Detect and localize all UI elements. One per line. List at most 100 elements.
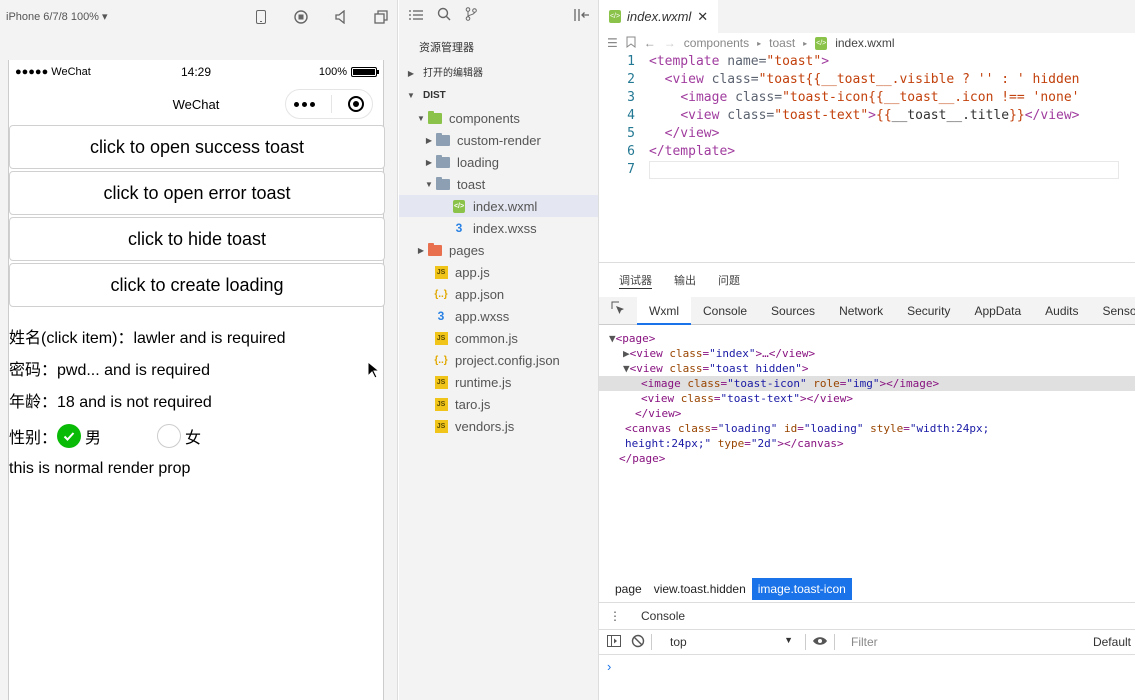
dom-crumb[interactable]: page <box>609 578 648 600</box>
carrier-label: ●●●●● WeChat <box>15 66 91 78</box>
tab-sources[interactable]: Sources <box>759 297 827 325</box>
dom-node[interactable]: ▶<view class="index">…</view> <box>599 346 1135 361</box>
tree-file-vendors-js[interactable]: JS vendors.js <box>399 415 598 437</box>
dom-node[interactable]: ▼<view class="toast hidden"> <box>599 361 1135 376</box>
breadcrumb-item[interactable]: components <box>684 36 749 50</box>
tree-file-runtime-js[interactable]: JS runtime.js <box>399 371 598 393</box>
gender-label: 性别： <box>9 430 58 447</box>
js-file-icon: JS <box>433 397 449 411</box>
tab-security[interactable]: Security <box>895 297 962 325</box>
outline-icon[interactable]: ☰ <box>607 36 618 50</box>
source-control-icon[interactable] <box>465 7 477 26</box>
code-token: <view <box>664 72 704 87</box>
wxml-file-icon: </> <box>815 36 828 50</box>
tab-debugger[interactable]: 调试器 <box>619 272 652 289</box>
tree-folder-components[interactable]: ▼ components <box>399 107 598 129</box>
tree-file-app-js[interactable]: JS app.js <box>399 261 598 283</box>
tab-output[interactable]: 输出 <box>674 272 696 288</box>
code-line[interactable]: 6 </template> <box>599 143 1135 161</box>
tree-file-taro-js[interactable]: JS taro.js <box>399 393 598 415</box>
console-drawer-tab[interactable]: Console <box>631 602 696 630</box>
list-icon[interactable] <box>409 8 423 26</box>
log-levels-select[interactable]: Default <box>1093 635 1131 649</box>
hide-toast-button[interactable]: click to hide toast <box>9 217 385 261</box>
clear-console-icon[interactable] <box>621 634 645 651</box>
code-line[interactable]: 2 <view class= "toast{{__toast__.visible … <box>599 71 1135 89</box>
more-vertical-icon[interactable]: ⋮ <box>599 609 631 623</box>
close-icon[interactable]: ✕ <box>697 9 708 25</box>
eye-icon[interactable] <box>812 635 828 649</box>
dom-node[interactable]: <view class="toast-text"></view> <box>599 391 1135 406</box>
tree-folder-custom-render[interactable]: ▶ custom-render <box>399 129 598 151</box>
console-prompt-icon[interactable]: › <box>607 659 611 674</box>
tab-appdata[interactable]: AppData <box>962 297 1033 325</box>
back-arrow-icon[interactable]: ← <box>644 36 656 50</box>
dom-node[interactable]: </view> <box>599 406 1135 421</box>
open-success-toast-button[interactable]: click to open success toast <box>9 125 385 169</box>
close-miniprogram-icon[interactable] <box>348 96 364 112</box>
code-token: <view <box>680 108 720 123</box>
code-line[interactable]: 7 <box>599 161 1135 179</box>
dom-crumb[interactable]: view.toast.hidden <box>648 578 752 600</box>
tree-file-index-wxml[interactable]: </> index.wxml <box>399 195 598 217</box>
tree-file-app-wxss[interactable]: 3 app.wxss <box>399 305 598 327</box>
code-line[interactable]: 1 <template name= "toast" > <box>599 53 1135 71</box>
device-selector[interactable]: iPhone 6/7/8 100% ▾ <box>6 10 231 23</box>
open-error-toast-button[interactable]: click to open error toast <box>9 171 385 215</box>
tab-wxml[interactable]: Wxml <box>637 296 691 325</box>
dist-section[interactable]: ▼ DIST <box>399 85 598 107</box>
search-icon[interactable] <box>437 7 451 26</box>
phone-icon[interactable] <box>251 7 271 27</box>
volume-icon[interactable] <box>331 7 351 27</box>
dom-node[interactable]: <canvas class="loading" id="loading" sty… <box>599 421 1135 436</box>
tab-audits[interactable]: Audits <box>1033 297 1090 325</box>
tab-console[interactable]: Console <box>691 297 759 325</box>
tree-label: app.wxss <box>455 308 510 324</box>
tab-sensor[interactable]: Sensor <box>1091 297 1135 325</box>
detach-window-icon[interactable] <box>371 7 391 27</box>
dom-node[interactable]: height:24px;" type="2d"></canvas> <box>599 436 1135 451</box>
tree-folder-loading[interactable]: ▶ loading <box>399 151 598 173</box>
tree-file-app-json[interactable]: {..} app.json <box>399 283 598 305</box>
dom-node[interactable]: </page> <box>599 451 1135 466</box>
context-select[interactable]: top ▼ <box>664 635 799 649</box>
chevron-right-icon: ▸ <box>757 38 762 48</box>
tree-file-index-wxss[interactable]: 3 index.wxss <box>399 217 598 239</box>
current-line[interactable] <box>649 161 1119 179</box>
open-editors-section[interactable]: ▶ 打开的编辑器 <box>399 63 598 85</box>
tree-folder-pages[interactable]: ▶ pages <box>399 239 598 261</box>
line-number: 2 <box>627 72 635 87</box>
dom-node[interactable]: ▼<page> <box>599 331 1135 346</box>
filter-input[interactable]: Filter <box>851 635 1093 649</box>
female-radio[interactable] <box>157 424 182 448</box>
code-area[interactable]: 1 <template name= "toast" >2 <view class= "t… <box>599 53 1135 179</box>
dom-crumb-selected[interactable]: image.toast-icon <box>751 578 852 600</box>
json-file-icon: {..} <box>434 354 448 366</box>
dom-node-selected[interactable]: <image class="toast-icon" role="img"></i… <box>599 376 1135 391</box>
editor-tab-index-wxml[interactable]: </> index.wxml ✕ <box>599 0 719 33</box>
tree-folder-toast[interactable]: ▼ toast <box>399 173 598 195</box>
tree-file-common-js[interactable]: JS common.js <box>399 327 598 349</box>
create-loading-button[interactable]: click to create loading <box>9 263 385 307</box>
wxml-tree: ▼<page> ▶<view class="index">…</view> ▼<… <box>599 325 1135 466</box>
tree-file-project-config[interactable]: {..} project.config.json <box>399 349 598 371</box>
male-radio-checked-icon[interactable] <box>57 424 82 448</box>
code-line[interactable]: 4 <view class= "toast-text" >{{__toast__.t… <box>599 107 1135 125</box>
tab-problems[interactable]: 问题 <box>718 272 740 288</box>
sidebar-toggle-icon[interactable] <box>599 634 621 650</box>
bookmark-icon[interactable] <box>626 36 636 51</box>
breadcrumb-item[interactable]: toast <box>769 36 795 50</box>
code-line[interactable]: 3 <image class= "toast-icon{{__toast__.ic… <box>599 89 1135 107</box>
collapse-panel-icon[interactable] <box>574 8 590 26</box>
inspect-element-icon[interactable] <box>599 297 637 325</box>
name-item[interactable]: 姓名(click item)：lawler and is required <box>9 323 383 355</box>
male-label: 男 <box>85 430 102 447</box>
more-icon[interactable] <box>294 101 315 107</box>
code-token: class= <box>727 90 783 105</box>
code-line[interactable]: 5 </view> <box>599 125 1135 143</box>
tab-network[interactable]: Network <box>827 297 895 325</box>
forward-arrow-icon[interactable]: → <box>664 36 676 50</box>
record-icon[interactable] <box>291 7 311 27</box>
breadcrumb-item[interactable]: index.wxml <box>835 36 894 50</box>
